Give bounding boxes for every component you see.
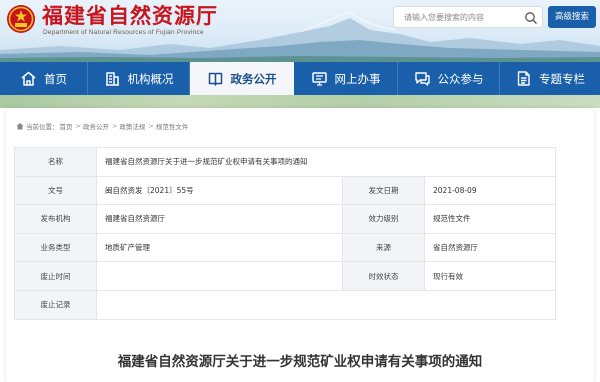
book-icon <box>207 70 224 87</box>
site-header: 福建省自然资源厅 Department of Natural Resources… <box>0 0 600 62</box>
breadcrumb-prefix: 当前位置： <box>26 123 59 131</box>
business-type-value: 地质矿产管理 <box>96 232 343 263</box>
nav-label-home: 首页 <box>44 71 67 86</box>
name-value: 福建省自然资源厅关于进一步规范矿业权申请有关事项的通知 <box>95 147 557 177</box>
site-title: 福建省自然资源厅 <box>42 4 218 28</box>
breadcrumb-separator: > <box>75 122 81 130</box>
effect-level-value: 规范性文件 <box>423 204 557 234</box>
home-icon <box>20 70 37 87</box>
issue-date-value: 2021-08-09 <box>423 175 557 206</box>
business-type-label: 业务类型 <box>14 232 97 263</box>
issuer-value: 福建省自然资源厅 <box>96 204 343 234</box>
source-value: 省自然资源厅 <box>423 232 557 263</box>
breadcrumb-item-gov-affairs[interactable]: 政务公开 <box>83 121 109 131</box>
content-panel: 当前位置： 首页 > 政务公开 > 政策法规 > 规范性文件 名称 福建省自然资… <box>6 108 594 382</box>
doc-number-label: 文号 <box>14 175 97 206</box>
validity-status-label: 时效状态 <box>342 261 425 291</box>
breadcrumb-item-home[interactable]: 首页 <box>60 121 73 131</box>
nav-label-public-participation: 公众参与 <box>437 71 484 86</box>
document-icon <box>515 70 532 87</box>
monitor-icon <box>311 70 328 87</box>
table-row: 废止记录 <box>14 289 557 320</box>
abolish-time-value <box>96 261 343 291</box>
breadcrumb-separator: > <box>148 122 154 130</box>
issuer-label: 发布机构 <box>14 204 97 234</box>
breadcrumb-item-policies[interactable]: 政策法规 <box>119 121 145 131</box>
main-nav: 首页 机构概况 政务公开 网上办事 公众参与 专题专栏 <box>0 62 600 95</box>
document-info-table: 名称 福建省自然资源厅关于进一步规范矿业权申请有关事项的通知 文号 闽自然资发〔… <box>14 147 557 320</box>
nav-label-online-services: 网上办事 <box>334 71 381 86</box>
advanced-search-button[interactable]: 高级搜索 <box>548 6 596 28</box>
source-label: 来源 <box>342 232 425 263</box>
search-box <box>393 6 543 28</box>
issue-date-label: 发文日期 <box>342 175 425 206</box>
breadcrumb-item-normative-docs[interactable]: 规范性文件 <box>156 121 189 131</box>
abolish-time-label: 废止时间 <box>14 261 97 291</box>
validity-status-value: 现行有效 <box>423 261 557 291</box>
nav-item-special-topics[interactable]: 专题专栏 <box>500 62 600 95</box>
nav-item-public-participation[interactable]: 公众参与 <box>398 62 500 95</box>
nav-label-gov-affairs: 政务公开 <box>230 71 277 86</box>
table-row: 文号 闽自然资发〔2021〕55号 发文日期 2021-08-09 <box>14 175 557 206</box>
site-subtitle: Department of Natural Resources of Fujia… <box>43 29 204 36</box>
nav-item-home[interactable]: 首页 <box>0 62 88 95</box>
document-title: 福建省自然资源厅关于进一步规范矿业权申请有关事项的通知 <box>117 354 483 370</box>
effect-level-label: 效力级别 <box>342 204 425 234</box>
nav-item-online-services[interactable]: 网上办事 <box>294 62 398 95</box>
search-input[interactable] <box>404 10 519 25</box>
chat-icon <box>414 70 431 87</box>
building-icon <box>104 70 121 87</box>
abolish-record-value <box>95 289 557 320</box>
name-label: 名称 <box>14 147 97 177</box>
breadcrumb-separator: > <box>111 122 118 130</box>
nav-item-organization[interactable]: 机构概况 <box>88 62 190 95</box>
national-emblem-icon <box>7 5 35 33</box>
breadcrumb-home-icon <box>16 123 24 130</box>
breadcrumb: 当前位置： 首页 > 政务公开 > 政策法规 > 规范性文件 <box>16 121 189 131</box>
table-row: 发布机构 福建省自然资源厅 效力级别 规范性文件 <box>14 204 557 234</box>
table-row: 业务类型 地质矿产管理 来源 省自然资源厅 <box>14 232 557 263</box>
decorative-strip <box>0 95 600 108</box>
nav-item-gov-affairs[interactable]: 政务公开 <box>190 62 294 95</box>
table-row: 名称 福建省自然资源厅关于进一步规范矿业权申请有关事项的通知 <box>14 147 557 177</box>
table-row: 废止时间 时效状态 现行有效 <box>14 261 557 291</box>
nav-label-organization: 机构概况 <box>127 71 174 86</box>
doc-number-value: 闽自然资发〔2021〕55号 <box>96 175 343 206</box>
nav-label-special-topics: 专题专栏 <box>539 71 585 86</box>
search-icon[interactable] <box>524 11 538 25</box>
abolish-record-label: 废止记录 <box>14 289 97 320</box>
